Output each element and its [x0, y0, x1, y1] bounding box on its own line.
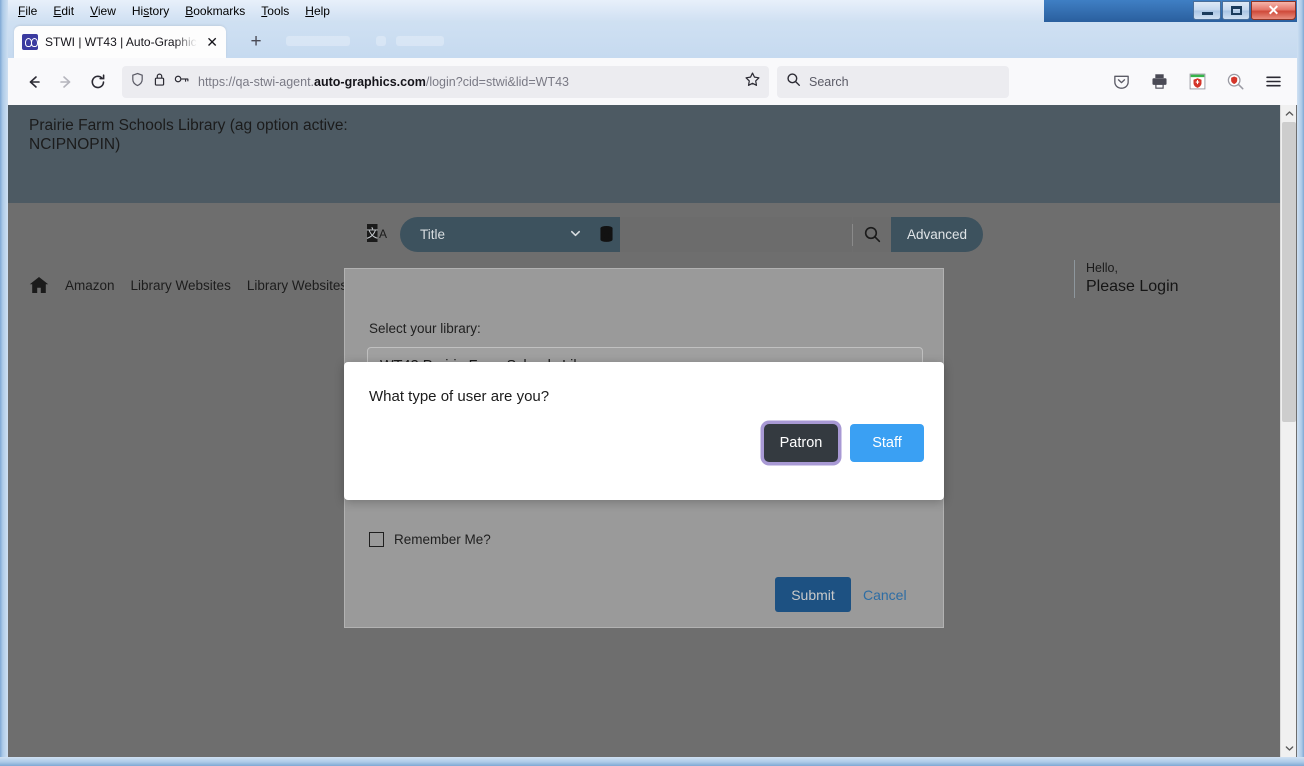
window-border-left [0, 0, 8, 766]
maximize-icon [1230, 6, 1242, 15]
window-border-bottom [0, 757, 1304, 766]
pocket-save-icon[interactable] [1107, 68, 1135, 96]
tab-strip: STWI | WT43 | Auto-Graphics Inc ✕ + [8, 22, 1297, 58]
patron-button[interactable]: Patron [764, 424, 838, 462]
menu-edit[interactable]: Edit [45, 2, 82, 20]
page-viewport: Prairie Farm Schools Library (ag option … [8, 105, 1297, 757]
page-scrollbar[interactable] [1280, 105, 1296, 757]
address-bar[interactable]: https://qa-stwi-agent.auto-graphics.com/… [122, 65, 769, 98]
scrollbar-thumb[interactable] [1282, 122, 1296, 422]
web-page: Prairie Farm Schools Library (ag option … [8, 105, 1281, 757]
menu-bookmarks[interactable]: Bookmarks [177, 2, 253, 20]
print-icon[interactable] [1145, 68, 1173, 96]
search-input[interactable]: Search [809, 75, 849, 89]
user-type-dialog: What type of user are you? Patron Staff [344, 362, 944, 500]
dialog-question: What type of user are you? [369, 388, 550, 405]
bookmark-star-icon[interactable] [744, 71, 761, 93]
auto-graphics-favicon-icon [22, 34, 38, 50]
minimize-icon [1201, 11, 1213, 15]
menu-history[interactable]: History [124, 2, 177, 20]
window-controls: ✕ [1193, 1, 1296, 20]
reload-button[interactable] [82, 66, 114, 98]
search-icon [786, 72, 801, 92]
forward-button [50, 66, 82, 98]
dialog-actions: Patron Staff [764, 424, 924, 462]
window-border-right [1297, 0, 1304, 766]
search-extension-icon[interactable] [1221, 68, 1249, 96]
app-menu-button[interactable] [1259, 68, 1287, 96]
tab-close-icon[interactable]: ✕ [204, 35, 220, 49]
menu-help[interactable]: Help [297, 2, 338, 20]
minimize-button[interactable] [1193, 1, 1221, 20]
maximize-button[interactable] [1222, 1, 1250, 20]
menu-view[interactable]: View [82, 2, 124, 20]
url-text: https://qa-stwi-agent.auto-graphics.com/… [198, 74, 569, 89]
navigation-toolbar: https://qa-stwi-agent.auto-graphics.com/… [8, 58, 1297, 105]
close-window-button[interactable]: ✕ [1251, 1, 1296, 20]
tab-title: STWI | WT43 | Auto-Graphics Inc [45, 35, 198, 49]
shield-icon [130, 72, 145, 92]
menu-bar: File Edit View History Bookmarks Tools H… [0, 0, 1304, 22]
browser-tab-active[interactable]: STWI | WT43 | Auto-Graphics Inc ✕ [14, 26, 226, 58]
search-bar[interactable]: Search [777, 65, 1009, 98]
ghost-toolbar-item [286, 36, 350, 46]
close-icon: ✕ [1267, 2, 1280, 18]
key-icon[interactable] [174, 72, 190, 91]
back-button[interactable] [18, 66, 50, 98]
lock-icon [153, 72, 166, 92]
staff-button[interactable]: Staff [850, 424, 924, 462]
ghost-toolbar-item [376, 36, 386, 46]
scroll-down-arrow[interactable] [1281, 740, 1297, 757]
menu-tools[interactable]: Tools [253, 2, 297, 20]
modal-overlay: What type of user are you? Patron Staff [8, 105, 1281, 757]
new-tab-button[interactable]: + [244, 31, 268, 53]
menu-file[interactable]: File [10, 2, 45, 20]
toolbar-extensions [1095, 68, 1287, 96]
browser-window: File Edit View History Bookmarks Tools H… [0, 0, 1304, 766]
scroll-up-arrow[interactable] [1281, 105, 1297, 122]
adblock-extension-icon[interactable] [1183, 68, 1211, 96]
ghost-toolbar-item [396, 36, 444, 46]
